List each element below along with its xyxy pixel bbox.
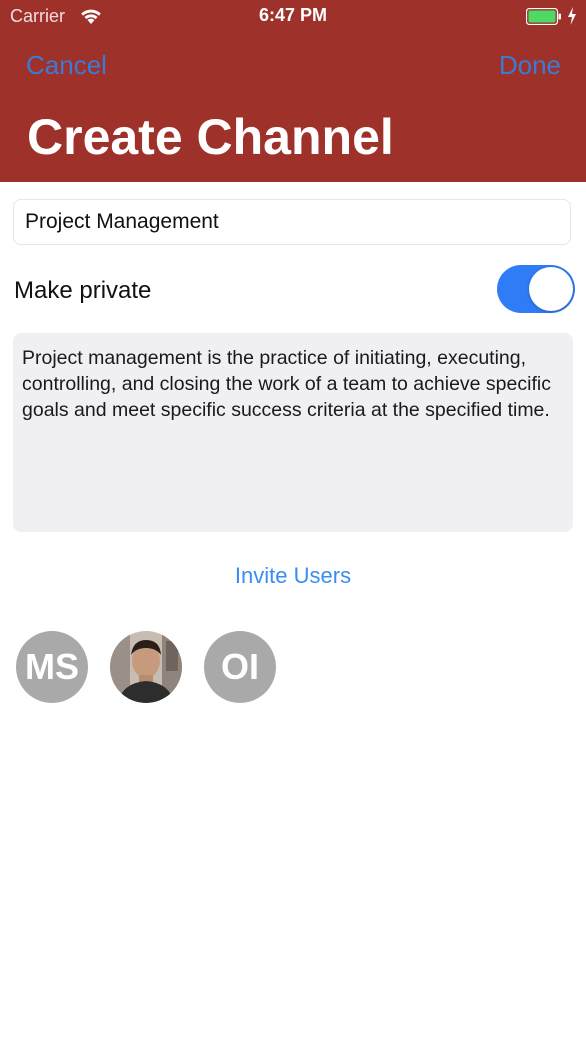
- create-channel-screen: Carrier 6:47 PM Cancel Done Create Chann…: [0, 0, 586, 1044]
- page-title: Create Channel: [27, 109, 394, 165]
- channel-description-textarea[interactable]: Project management is the practice of in…: [13, 333, 573, 532]
- user-avatar-ms: MS: [16, 631, 88, 703]
- channel-name-input[interactable]: [13, 199, 571, 245]
- navigation-header: Carrier 6:47 PM Cancel Done Create Chann…: [0, 0, 586, 182]
- toggle-knob: [529, 267, 573, 311]
- make-private-toggle[interactable]: [497, 265, 575, 313]
- make-private-label: Make private: [14, 277, 152, 304]
- cancel-button[interactable]: Cancel: [26, 50, 107, 81]
- status-time: 6:47 PM: [258, 5, 328, 25]
- battery-icon: [526, 8, 561, 25]
- user-avatar-oi: OI: [204, 631, 276, 703]
- user-photo-image: [110, 631, 182, 703]
- invite-users-button[interactable]: Invite Users: [0, 563, 586, 589]
- charging-bolt-icon: [568, 7, 576, 25]
- user-avatar-photo: [110, 631, 182, 703]
- done-button[interactable]: Done: [499, 50, 561, 81]
- status-bar: Carrier 6:47 PM: [0, 0, 586, 32]
